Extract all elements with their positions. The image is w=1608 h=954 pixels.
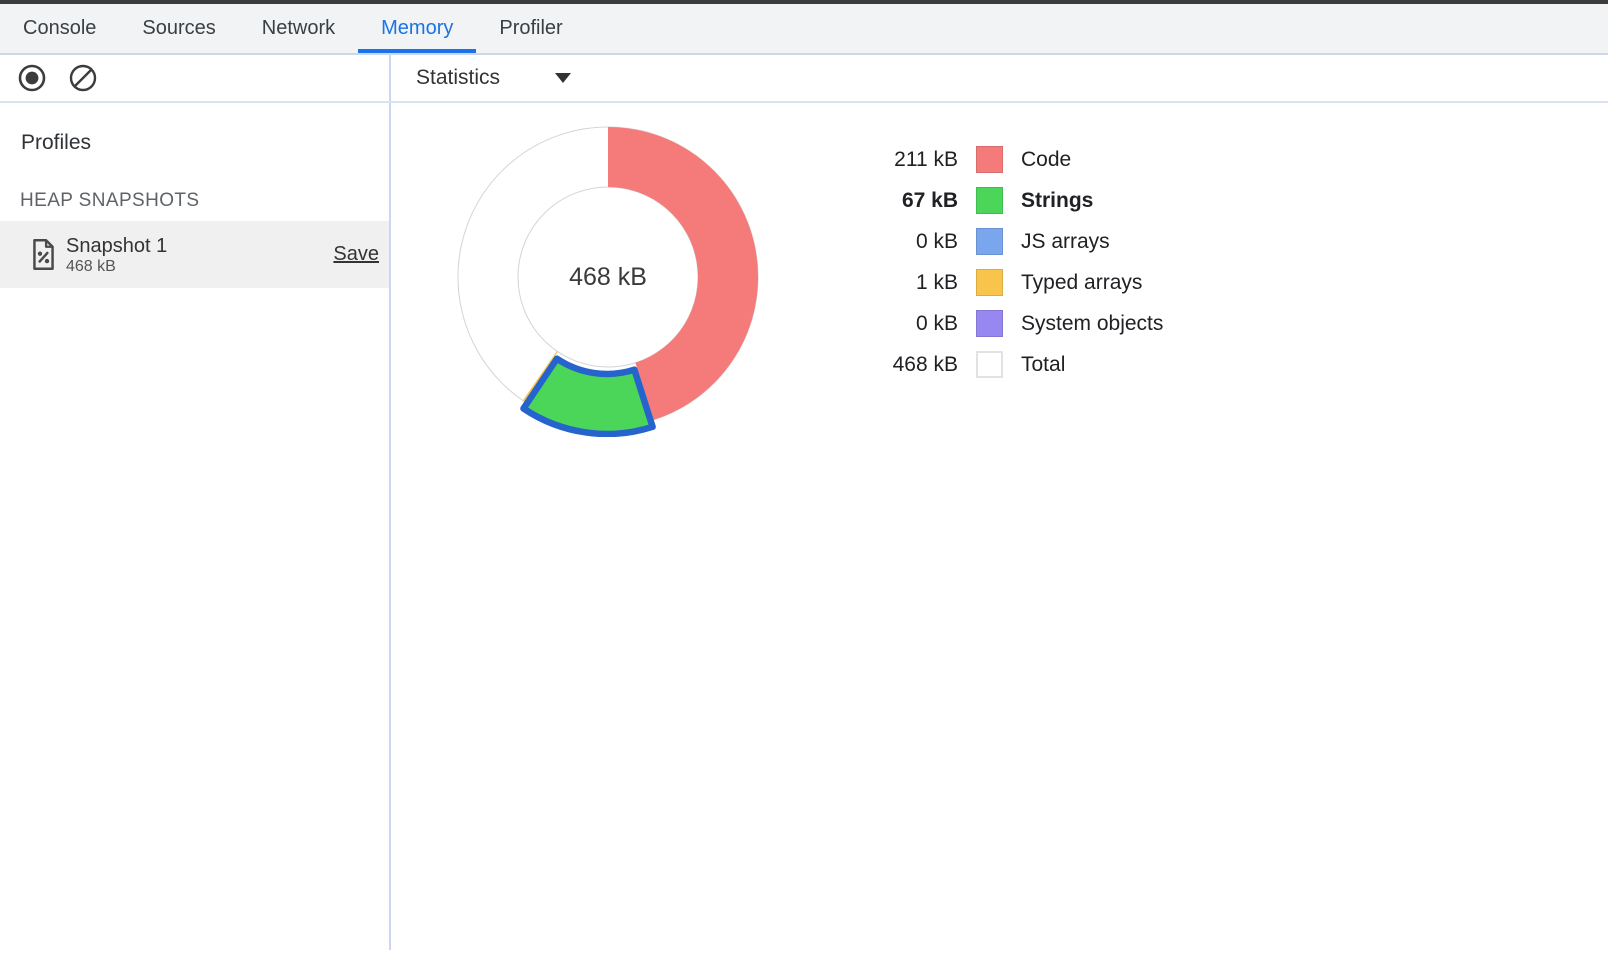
tab-label: Network [262, 17, 335, 40]
heap-snapshots-heading: HEAP SNAPSHOTS [20, 190, 199, 212]
legend-label: JS arrays [1021, 230, 1163, 254]
tab-memory[interactable]: Memory [358, 4, 476, 53]
legend-label: Typed arrays [1021, 271, 1163, 295]
toolbar-left [0, 55, 389, 101]
tab-label: Profiler [499, 17, 562, 40]
tab-sources[interactable]: Sources [119, 4, 238, 53]
view-mode-select[interactable]: Statistics [416, 66, 571, 90]
chart-legend: 211 kB Code 67 kB Strings 0 kB JS arrays… [858, 139, 1163, 385]
legend-value: 1 kB [858, 271, 958, 295]
legend-value: 468 kB [858, 353, 958, 377]
legend-row-system-objects[interactable]: 0 kB System objects [858, 303, 1163, 344]
legend-swatch [976, 187, 1003, 214]
legend-swatch [976, 146, 1003, 173]
donut-center-value: 468 kB [569, 263, 647, 291]
memory-donut-chart: 468 kB [448, 117, 768, 437]
legend-value: 0 kB [858, 230, 958, 254]
tab-label: Sources [142, 17, 215, 40]
profiles-sidebar: Profiles HEAP SNAPSHOTS Snapshot 1 468 k… [0, 103, 389, 954]
legend-label: System objects [1021, 312, 1163, 336]
donut-slice-strings[interactable] [523, 359, 652, 434]
tab-network[interactable]: Network [239, 4, 358, 53]
legend-swatch [976, 269, 1003, 296]
legend-label: Total [1021, 353, 1163, 377]
snapshot-size: 468 kB [66, 258, 167, 276]
legend-label: Strings [1021, 189, 1163, 213]
tab-label: Console [23, 17, 96, 40]
legend-value: 0 kB [858, 312, 958, 336]
tab-label: Memory [381, 17, 453, 40]
workspace: Profiles HEAP SNAPSHOTS Snapshot 1 468 k… [0, 103, 1608, 954]
snapshot-item[interactable]: Snapshot 1 468 kB Save [0, 221, 389, 288]
record-icon [17, 63, 47, 93]
toolbar: Statistics [0, 55, 1608, 103]
record-heap-snapshot-button[interactable] [17, 63, 47, 93]
save-link[interactable]: Save [333, 243, 379, 266]
legend-value: 211 kB [858, 148, 958, 172]
legend-label: Code [1021, 148, 1163, 172]
legend-row-typed-arrays[interactable]: 1 kB Typed arrays [858, 262, 1163, 303]
dropdown-caret-icon [555, 73, 571, 83]
devtools-tabbar: Console Sources Network Memory Profiler [0, 4, 1608, 55]
legend-row-strings[interactable]: 67 kB Strings [858, 180, 1163, 221]
tab-console[interactable]: Console [0, 4, 119, 53]
legend-row-js-arrays[interactable]: 0 kB JS arrays [858, 221, 1163, 262]
legend-swatch [976, 228, 1003, 255]
legend-swatch [976, 351, 1003, 378]
legend-swatch [976, 310, 1003, 337]
heap-snapshot-file-icon [30, 237, 57, 272]
legend-value: 67 kB [858, 189, 958, 213]
snapshot-text: Snapshot 1 468 kB [66, 234, 167, 276]
legend-row-total[interactable]: 468 kB Total [858, 344, 1163, 385]
toolbar-right: Statistics [389, 55, 1608, 101]
profiles-heading: Profiles [21, 131, 91, 155]
clear-icon [68, 63, 98, 93]
tab-profiler[interactable]: Profiler [476, 4, 585, 53]
view-mode-value: Statistics [416, 66, 500, 90]
legend-row-code[interactable]: 211 kB Code [858, 139, 1163, 180]
statistics-panel: 468 kB 211 kB Code 67 kB Strings 0 kB JS… [391, 103, 1608, 954]
snapshot-title: Snapshot 1 [66, 234, 167, 258]
clear-profiles-button[interactable] [68, 63, 98, 93]
